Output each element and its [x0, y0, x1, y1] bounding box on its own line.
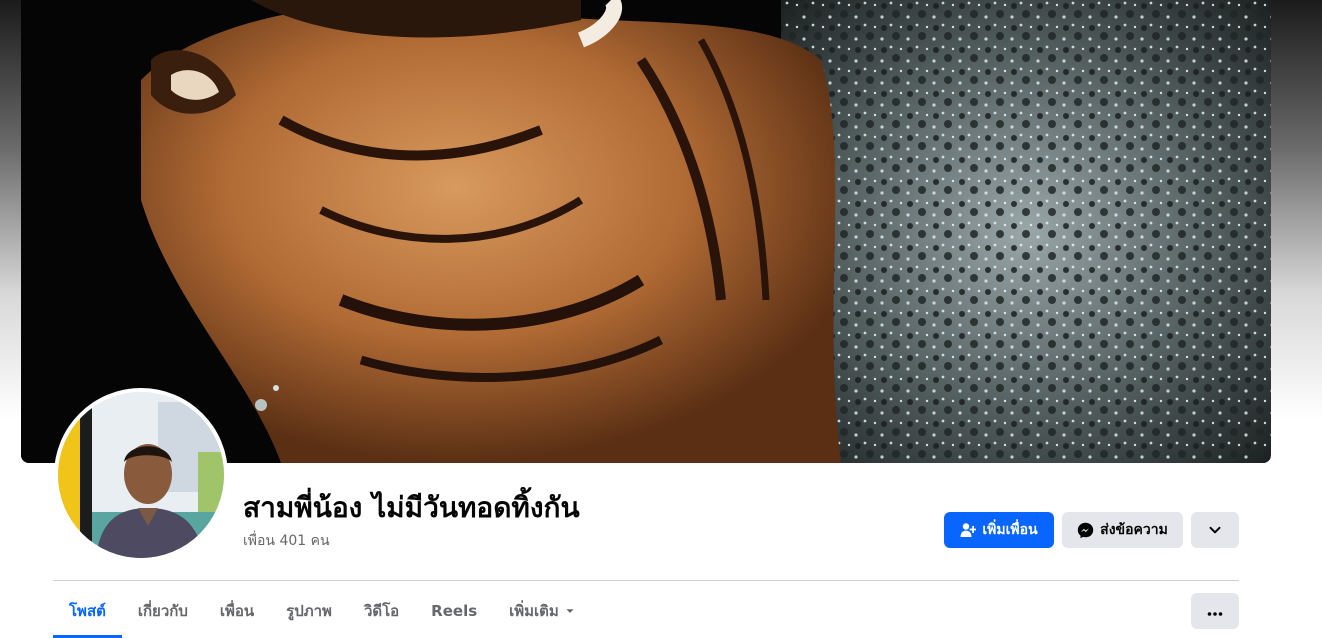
cover-photo[interactable]: [21, 0, 1271, 463]
chevron-down-icon: [1208, 523, 1222, 537]
tab-label: โพสต์: [69, 602, 106, 620]
tab-videos[interactable]: วิดีโอ: [348, 584, 415, 638]
message-label: ส่งข้อความ: [1100, 522, 1168, 538]
tab-photos[interactable]: รูปภาพ: [270, 584, 348, 638]
profile-picture[interactable]: [54, 388, 228, 562]
avatar: [58, 392, 224, 558]
more-options-button[interactable]: [1191, 593, 1239, 629]
tab-label: รูปภาพ: [286, 602, 332, 620]
tab-friends[interactable]: เพื่อน: [204, 584, 270, 638]
tab-about[interactable]: เกี่ยวกับ: [122, 584, 204, 638]
profile-dropdown-button[interactable]: [1191, 512, 1239, 548]
add-friend-button[interactable]: เพิ่มเพื่อน: [944, 512, 1054, 548]
profile-name: สามพี่น้อง ไม่มีวันทอดทิ้งกัน: [243, 491, 580, 524]
tab-label: วิดีโอ: [363, 602, 400, 620]
tab-more[interactable]: เพิ่มเติม: [493, 584, 591, 638]
tab-reels[interactable]: Reels: [415, 584, 493, 638]
messenger-icon: [1077, 522, 1094, 539]
man-portrait-image: [58, 392, 224, 558]
header-divider: [53, 580, 1239, 581]
add-friend-label: เพิ่มเพื่อน: [982, 522, 1038, 538]
profile-tabs: โพสต์ เกี่ยวกับ เพื่อน รูปภาพ วิดีโอ Ree…: [53, 584, 591, 638]
tab-label: Reels: [431, 602, 478, 620]
tiger-cover-image: [21, 0, 1271, 463]
ellipsis-icon: [1207, 602, 1223, 621]
tab-label: เกี่ยวกับ: [137, 602, 188, 620]
caret-down-icon: [565, 602, 575, 620]
friend-count[interactable]: เพื่อน 401 คน: [243, 530, 330, 552]
tab-label: เพิ่มเติม: [509, 602, 559, 620]
tab-label: เพื่อน: [219, 602, 255, 620]
message-button[interactable]: ส่งข้อความ: [1062, 512, 1183, 548]
tab-posts[interactable]: โพสต์: [53, 584, 122, 638]
add-friend-icon: [960, 522, 977, 538]
